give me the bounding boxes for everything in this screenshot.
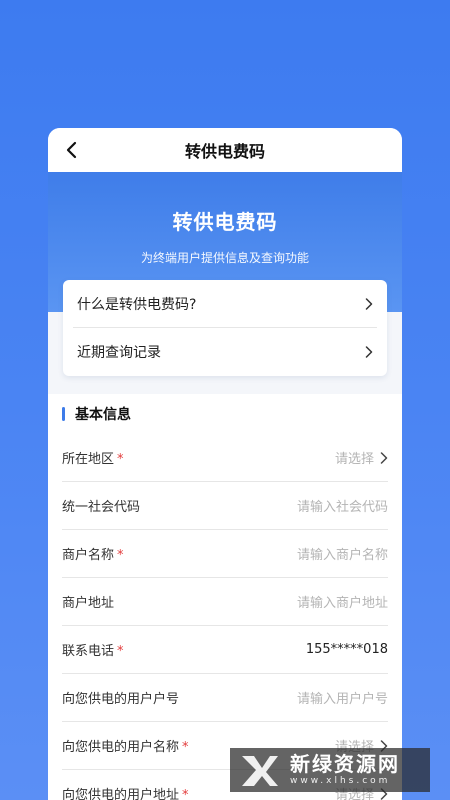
what-is-link[interactable]: 什么是转供电费码? — [73, 280, 377, 328]
field-label: 商户地址 — [62, 592, 117, 611]
field-label-text: 商户名称 — [62, 548, 115, 563]
field-label: 向您供电的用户地址 * — [62, 784, 189, 800]
watermark: 新绿资源网 www.xlhs.com — [230, 748, 430, 792]
form-field[interactable]: 商户地址 请输入商户地址 — [62, 578, 388, 626]
required-marker: * — [117, 644, 124, 659]
field-label-text: 所在地区 — [62, 452, 115, 467]
field-value: 155*****018 — [305, 642, 388, 657]
chevron-right-icon — [365, 297, 373, 310]
what-is-label: 什么是转供电费码? — [77, 296, 197, 313]
chevron-left-icon — [66, 141, 77, 159]
field-label: 向您供电的用户户号 — [62, 688, 182, 707]
field-label: 向您供电的用户名称 * — [62, 736, 189, 755]
field-input[interactable]: 请输入商户地址 — [297, 592, 388, 611]
watermark-logo-icon — [242, 756, 278, 786]
title-bar: 转供电费码 — [48, 128, 402, 172]
required-marker: * — [117, 452, 124, 467]
field-label-text: 向您供电的用户地址 — [62, 788, 180, 800]
form-field[interactable]: 商户名称 * 请输入商户名称 — [62, 530, 388, 578]
field-value: 请输入商户地址 — [296, 596, 388, 611]
back-button[interactable] — [60, 138, 84, 162]
links-card: 什么是转供电费码? 近期查询记录 — [63, 280, 387, 376]
section-title: 基本信息 — [75, 407, 131, 423]
field-value: 请选择 — [334, 452, 374, 467]
required-marker: * — [117, 548, 124, 563]
field-label: 联系电话 * — [62, 640, 124, 659]
section-accent-bar — [62, 407, 65, 421]
page-card: 转供电费码 转供电费码 为终端用户提供信息及查询功能 什么是转供电费码? 近期查… — [48, 128, 402, 800]
field-label: 所在地区 * — [62, 448, 124, 467]
field-label-text: 向您供电的用户户号 — [62, 692, 180, 707]
recent-queries-link[interactable]: 近期查询记录 — [73, 328, 377, 376]
field-input[interactable]: 155*****018 — [306, 642, 388, 657]
field-value: 请输入商户名称 — [296, 548, 388, 563]
required-marker: * — [182, 788, 189, 800]
field-label-text: 商户地址 — [62, 596, 115, 611]
hero-subtitle: 为终端用户提供信息及查询功能 — [140, 251, 309, 265]
field-label-text: 统一社会代码 — [62, 500, 141, 515]
field-label-text: 向您供电的用户名称 — [62, 740, 180, 755]
form-field[interactable]: 向您供电的用户户号 请输入用户户号 — [62, 674, 388, 722]
basic-info-form: 基本信息 所在地区 * 请选择 统一社会代码 请输入社会代码 商户名称 * 请输入商户名称 商户… — [48, 394, 402, 800]
form-field[interactable]: 所在地区 * 请选择 — [62, 434, 388, 482]
section-header: 基本信息 — [48, 394, 402, 434]
chevron-right-icon — [380, 451, 388, 464]
watermark-text: 新绿资源网 — [290, 752, 400, 776]
field-label: 统一社会代码 — [62, 496, 143, 515]
required-marker: * — [182, 740, 189, 755]
field-label-text: 联系电话 — [62, 644, 115, 659]
field-input[interactable]: 请输入社会代码 — [297, 496, 388, 515]
field-input[interactable]: 请输入用户户号 — [297, 688, 388, 707]
chevron-right-icon — [365, 346, 373, 358]
hero-title: 转供电费码 — [172, 210, 278, 234]
form-field[interactable]: 联系电话 * 155*****018 — [62, 626, 388, 674]
field-label: 商户名称 * — [62, 544, 124, 563]
field-select[interactable]: 请选择 — [335, 448, 388, 467]
field-value: 请输入用户户号 — [296, 692, 388, 707]
page-title: 转供电费码 — [184, 142, 265, 161]
watermark-domain: www.xlhs.com — [290, 776, 391, 786]
recent-queries-label: 近期查询记录 — [77, 345, 161, 361]
field-input[interactable]: 请输入商户名称 — [297, 544, 388, 563]
field-value: 请输入社会代码 — [296, 500, 388, 515]
form-field[interactable]: 统一社会代码 请输入社会代码 — [62, 482, 388, 530]
